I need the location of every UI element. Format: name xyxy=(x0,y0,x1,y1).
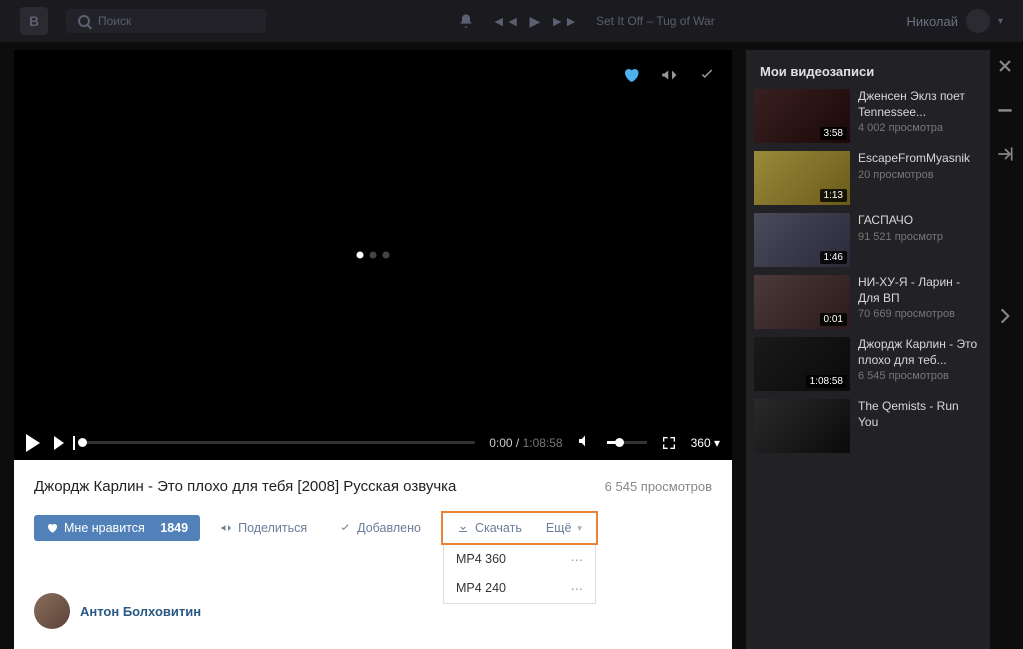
sidebar-video-item[interactable]: 0:01НИ-ХУ-Я - Ларин - Для ВП70 669 просм… xyxy=(754,275,982,329)
next-button[interactable] xyxy=(54,436,64,450)
download-highlight: Скачать Ещё ▾ MP4 360⋯ MP4 240⋯ xyxy=(441,511,598,545)
search-input[interactable]: Поиск xyxy=(66,9,266,33)
share-button[interactable]: Поделиться xyxy=(208,515,319,541)
search-placeholder: Поиск xyxy=(98,14,131,28)
quality-selector[interactable]: 360 ▾ xyxy=(691,436,720,450)
play-button[interactable] xyxy=(26,434,40,452)
sidebar-video-item[interactable]: The Qemists - Run You xyxy=(754,399,982,453)
sidebar-title: Мои видеозаписи xyxy=(754,60,982,89)
share-icon[interactable] xyxy=(660,66,678,89)
author-name[interactable]: Антон Болховитин xyxy=(80,604,201,619)
sidebar-video-item[interactable]: 1:08:58Джордж Карлин - Это плохо для теб… xyxy=(754,337,982,391)
video-player[interactable]: 0:00 / 1:08:58 360 ▾ xyxy=(14,50,732,460)
download-button[interactable]: Скачать xyxy=(445,515,534,541)
close-icon[interactable] xyxy=(995,56,1015,82)
media-controls: ◄◄ ▶ ►► Set It Off – Tug of War xyxy=(492,13,715,30)
time-display: 0:00 / 1:08:58 xyxy=(489,436,562,450)
progress-bar[interactable] xyxy=(78,441,475,444)
view-count: 6 545 просмотров xyxy=(605,479,712,494)
next-track-icon[interactable]: ►► xyxy=(550,13,578,29)
sidebar-video-item[interactable]: 3:58Дженсен Эклз поет Tennessee...4 002 … xyxy=(754,89,982,143)
loading-indicator xyxy=(357,252,390,259)
vk-logo[interactable]: B xyxy=(20,7,48,35)
like-icon[interactable] xyxy=(622,66,640,89)
avatar xyxy=(966,9,990,33)
user-menu[interactable]: Николай ▾ xyxy=(906,9,1003,33)
minimize-icon[interactable] xyxy=(995,100,1015,126)
prev-track-icon[interactable]: ◄◄ xyxy=(492,13,520,29)
added-button[interactable]: Добавлено xyxy=(327,515,433,541)
sidebar-video-item[interactable]: 1:46ГАСПАЧО91 521 просмотр xyxy=(754,213,982,267)
volume-slider[interactable] xyxy=(607,441,647,444)
next-panel-icon[interactable] xyxy=(995,306,1015,332)
like-button[interactable]: Мне нравится 1849 xyxy=(34,515,200,541)
more-button[interactable]: Ещё ▾ xyxy=(534,515,594,541)
download-option[interactable]: MP4 240⋯ xyxy=(444,574,595,603)
added-icon[interactable] xyxy=(698,66,716,89)
video-title: Джордж Карлин - Это плохо для тебя [2008… xyxy=(34,478,456,495)
volume-icon[interactable] xyxy=(577,433,593,452)
author-avatar[interactable] xyxy=(34,593,70,629)
fullscreen-icon[interactable] xyxy=(661,435,677,451)
download-dropdown: MP4 360⋯ MP4 240⋯ xyxy=(443,545,596,604)
chevron-down-icon: ▾ xyxy=(998,16,1003,27)
sidebar-video-item[interactable]: 1:13EscapeFromMyasnik20 просмотров xyxy=(754,151,982,205)
username: Николай xyxy=(906,14,958,29)
notifications-icon[interactable] xyxy=(458,13,474,29)
dock-icon[interactable] xyxy=(995,144,1015,170)
now-playing-track[interactable]: Set It Off – Tug of War xyxy=(596,14,715,28)
download-option[interactable]: MP4 360⋯ xyxy=(444,545,595,574)
play-track-icon[interactable]: ▶ xyxy=(529,13,540,30)
search-icon xyxy=(78,15,90,27)
sidebar: Мои видеозаписи 3:58Дженсен Эклз поет Te… xyxy=(746,50,990,649)
topbar: B Поиск ◄◄ ▶ ►► Set It Off – Tug of War … xyxy=(0,0,1023,42)
